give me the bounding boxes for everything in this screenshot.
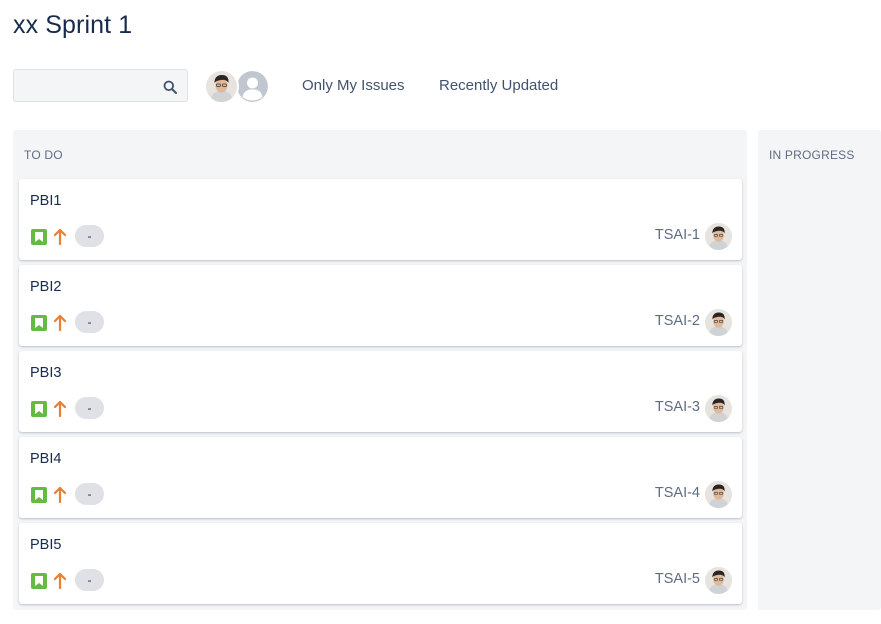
search-box[interactable] (13, 69, 188, 102)
page-title: xx Sprint 1 (13, 11, 133, 39)
priority-high-arrow-icon (53, 400, 67, 418)
user-photo-icon (705, 481, 732, 508)
issue-summary: PBI1 (30, 193, 62, 209)
column-header-todo: TO DO (24, 148, 63, 162)
issue-summary: PBI5 (30, 537, 62, 553)
issue-key[interactable]: TSAI-4 (655, 485, 700, 501)
issue-summary: PBI2 (30, 279, 62, 295)
user-photo-icon (705, 395, 732, 422)
column-header-in-progress: IN PROGRESS (769, 148, 855, 162)
priority-high-arrow-icon (53, 228, 67, 246)
user-photo-icon (705, 309, 732, 336)
issue-card[interactable]: PBI3 - TSAI-3 (19, 351, 742, 432)
search-input[interactable] (20, 74, 160, 98)
assignee-avatar[interactable] (705, 481, 732, 508)
assignee-avatar[interactable] (705, 309, 732, 336)
issue-card[interactable]: PBI1 - TSAI-1 (19, 179, 742, 260)
estimate-badge: - (75, 225, 104, 247)
issue-key[interactable]: TSAI-3 (655, 399, 700, 415)
issue-key[interactable]: TSAI-2 (655, 313, 700, 329)
assignee-avatar-filter (204, 69, 274, 104)
issue-summary: PBI4 (30, 451, 62, 467)
priority-high-arrow-icon (53, 486, 67, 504)
assignee-avatar[interactable] (705, 395, 732, 422)
default-user-icon (237, 71, 268, 102)
story-icon (31, 401, 47, 417)
search-icon[interactable] (163, 80, 177, 94)
assignee-avatar[interactable] (705, 223, 732, 250)
estimate-badge: - (75, 483, 104, 505)
user-photo-icon (705, 567, 732, 594)
story-icon (31, 229, 47, 245)
avatar-user-photo[interactable] (204, 69, 239, 104)
story-icon (31, 487, 47, 503)
issue-key[interactable]: TSAI-1 (655, 227, 700, 243)
board-toolbar: Only My Issues Recently Updated (13, 69, 873, 104)
avatar-unassigned[interactable] (235, 69, 270, 104)
issue-card[interactable]: PBI2 - TSAI-2 (19, 265, 742, 346)
priority-high-arrow-icon (53, 572, 67, 590)
story-icon (31, 573, 47, 589)
column-todo: TO DO PBI1 - TSAI-1 PBI2 - TSAI-2 PBI3 -… (13, 130, 747, 610)
estimate-badge: - (75, 569, 104, 591)
user-photo-icon (705, 223, 732, 250)
issue-card[interactable]: PBI5 - TSAI-5 (19, 523, 742, 604)
priority-high-arrow-icon (53, 314, 67, 332)
estimate-badge: - (75, 311, 104, 333)
quick-filter-recently-updated[interactable]: Recently Updated (439, 76, 558, 96)
estimate-badge: - (75, 397, 104, 419)
column-in-progress: IN PROGRESS (758, 130, 881, 610)
issue-card[interactable]: PBI4 - TSAI-4 (19, 437, 742, 518)
story-icon (31, 315, 47, 331)
quick-filter-only-my-issues[interactable]: Only My Issues (302, 76, 405, 96)
assignee-avatar[interactable] (705, 567, 732, 594)
user-photo-icon (206, 71, 237, 102)
board-page: xx Sprint 1 Only My Issues Recently Upda… (0, 0, 881, 624)
issue-key[interactable]: TSAI-5 (655, 571, 700, 587)
issue-summary: PBI3 (30, 365, 62, 381)
